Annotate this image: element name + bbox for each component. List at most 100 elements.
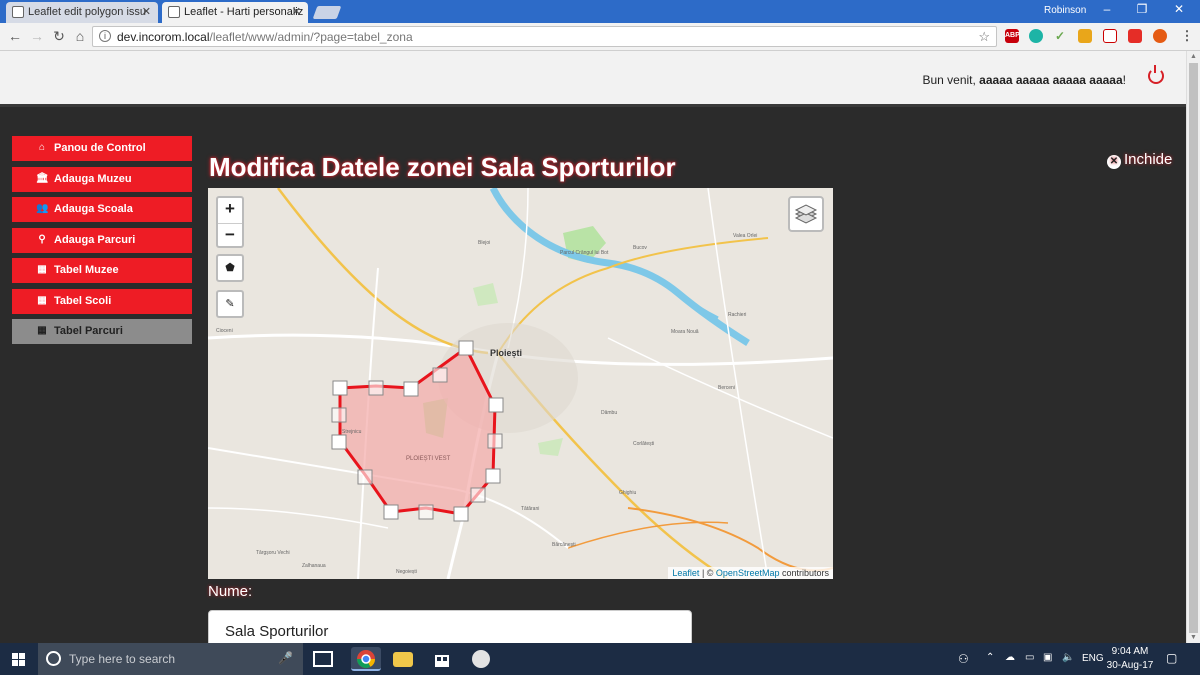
midpoint-handle bbox=[470, 487, 486, 503]
close-button[interactable]: ✕ Inchide bbox=[1107, 151, 1172, 169]
orange-road bbox=[627, 507, 833, 572]
itunes-icon[interactable] bbox=[472, 650, 490, 668]
river bbox=[489, 188, 750, 346]
taskbar-search[interactable]: Type here to search 🎤 bbox=[38, 643, 303, 675]
sidebar-item-tabel-parcuri[interactable]: ▦ Tabel Parcuri bbox=[12, 319, 192, 344]
sidebar-item-label: Tabel Muzee bbox=[54, 264, 119, 276]
major-road bbox=[277, 188, 489, 355]
map-label-park: Parcul Crângul lui Bot bbox=[560, 250, 609, 256]
edit-icon[interactable]: ✎ bbox=[218, 292, 242, 316]
close-label: Inchide bbox=[1124, 151, 1173, 168]
scrollbar-thumb[interactable] bbox=[1189, 63, 1198, 633]
welcome-message: Bun venit, aaaaa aaaaa aaaaa aaaaa! bbox=[922, 73, 1126, 87]
new-tab-button[interactable] bbox=[312, 6, 342, 19]
users-icon: 👥 bbox=[36, 203, 49, 214]
chrome-taskbar-icon[interactable] bbox=[351, 647, 381, 671]
tab-close-icon[interactable]: ✕ bbox=[142, 5, 151, 18]
leaflet-map[interactable]: Ploiești PLOIEȘTI VEST Parcul Crângul lu… bbox=[208, 188, 833, 579]
tab-title: Leaflet edit polygon issu bbox=[28, 6, 147, 18]
onedrive-icon[interactable]: ☁ bbox=[1005, 652, 1015, 663]
reload-icon[interactable]: ↻ bbox=[50, 28, 68, 45]
extension-icon[interactable] bbox=[1103, 29, 1117, 43]
forward-icon[interactable]: → bbox=[28, 28, 46, 44]
name-field-label: Nume: bbox=[208, 583, 253, 600]
browser-tab[interactable]: Leaflet edit polygon issu ✕ bbox=[6, 2, 158, 23]
check-extension-icon[interactable]: ✓ bbox=[1053, 29, 1067, 43]
page-scrollbar[interactable]: ▲ ▼ bbox=[1186, 51, 1200, 643]
extension-icon[interactable] bbox=[1153, 29, 1167, 43]
map-label-town: Cioceni bbox=[216, 328, 233, 334]
windows-start-button[interactable] bbox=[0, 643, 38, 675]
maximize-icon[interactable]: ❐ bbox=[1132, 2, 1152, 16]
leaflet-link[interactable]: Leaflet bbox=[672, 568, 699, 578]
sidebar-item-label: Adauga Parcuri bbox=[54, 233, 136, 246]
tray-expand-icon[interactable]: ⌃ bbox=[986, 652, 994, 663]
scroll-down-icon[interactable]: ▼ bbox=[1190, 634, 1197, 641]
layers-control[interactable] bbox=[788, 196, 824, 232]
bookmark-star-icon[interactable]: ☆ bbox=[978, 29, 990, 45]
store-icon[interactable] bbox=[432, 649, 452, 669]
welcome-suffix: ! bbox=[1122, 73, 1126, 87]
sidebar-item-tabel-scoli[interactable]: ▦ Tabel Scoli bbox=[12, 288, 192, 314]
vertex-handle bbox=[488, 397, 504, 413]
map-label-town: Blejoi bbox=[478, 240, 491, 246]
home-icon: ⌂ bbox=[38, 142, 46, 153]
language-indicator[interactable]: ENG bbox=[1082, 653, 1104, 664]
store-bag-icon bbox=[435, 655, 449, 667]
youtube-extension-icon[interactable] bbox=[1128, 29, 1142, 43]
browser-toolbar: ← → ↻ ⌂ i dev.incorom.local/leaflet/www/… bbox=[0, 23, 1200, 51]
osm-link[interactable]: OpenStreetMap bbox=[716, 568, 780, 578]
minimize-icon[interactable]: – bbox=[1097, 2, 1117, 16]
map-label-town: Corlătești bbox=[633, 441, 655, 447]
extension-icon[interactable] bbox=[1078, 29, 1092, 43]
microphone-icon[interactable]: 🎤 bbox=[278, 651, 293, 665]
clock-time[interactable]: 9:04 AM bbox=[1108, 646, 1152, 657]
action-center-icon[interactable]: ▢ bbox=[1166, 651, 1177, 665]
file-explorer-icon[interactable] bbox=[393, 652, 413, 667]
layers-icon bbox=[794, 204, 818, 224]
chrome-menu-icon[interactable]: ⋮ bbox=[1180, 29, 1194, 43]
map-label-town: Bucov bbox=[633, 245, 647, 251]
sidebar-item-adauga-parcuri[interactable]: ⚲ Adauga Parcuri bbox=[12, 227, 192, 253]
close-circle-icon: ✕ bbox=[1107, 155, 1121, 169]
back-icon[interactable]: ← bbox=[6, 28, 24, 44]
extension-icon[interactable] bbox=[1029, 29, 1043, 43]
draw-polygon-icon[interactable]: ⬟ bbox=[218, 256, 242, 280]
river bbox=[677, 291, 719, 320]
clock-date[interactable]: 30-Aug-17 bbox=[1106, 660, 1154, 671]
vertex-handle bbox=[453, 506, 469, 522]
page-title: Modifica Datele zonei Sala Sporturilor bbox=[209, 152, 676, 182]
map-label-town: Tătărani bbox=[521, 506, 540, 512]
profile-name[interactable]: Robinson bbox=[1044, 5, 1086, 16]
logout-power-icon[interactable] bbox=[1148, 65, 1164, 84]
welcome-prefix: Bun venit, bbox=[922, 73, 980, 87]
scroll-up-icon[interactable]: ▲ bbox=[1190, 53, 1197, 60]
home-icon[interactable]: ⌂ bbox=[71, 28, 89, 44]
site-info-icon[interactable]: i bbox=[99, 30, 111, 42]
zoom-in-button[interactable]: + bbox=[218, 198, 242, 222]
battery-icon[interactable]: ▭ bbox=[1025, 652, 1034, 663]
tab-favicon-icon bbox=[12, 6, 24, 18]
map-label-town: Strejnicu bbox=[342, 429, 362, 435]
name-input[interactable]: Sala Sporturilor bbox=[208, 610, 692, 646]
sidebar-item-adauga-scoala[interactable]: 👥 Adauga Scoala bbox=[12, 197, 192, 222]
zoom-out-button[interactable]: − bbox=[218, 223, 242, 247]
chrome-icon bbox=[357, 650, 375, 669]
address-bar[interactable]: i dev.incorom.local/leaflet/www/admin/?p… bbox=[92, 26, 997, 47]
window-close-icon[interactable]: ✕ bbox=[1169, 2, 1189, 16]
adblock-extension-icon[interactable]: ABP bbox=[1005, 29, 1020, 43]
people-icon[interactable]: ⚇ bbox=[958, 652, 969, 666]
sidebar-item-tabel-muzee[interactable]: ▦ Tabel Muzee bbox=[12, 258, 192, 283]
park-area bbox=[538, 438, 563, 456]
browser-tab-active[interactable]: Leaflet - Harti personaliz ✕ bbox=[162, 2, 308, 23]
table-icon: ▦ bbox=[37, 325, 47, 336]
task-view-icon[interactable] bbox=[313, 651, 333, 667]
volume-icon[interactable]: 🔈 bbox=[1062, 652, 1074, 663]
map-label-town: Berceni bbox=[718, 385, 735, 391]
tab-close-icon[interactable]: ✕ bbox=[292, 5, 301, 18]
network-icon[interactable]: ▣ bbox=[1043, 652, 1052, 663]
midpoint-handle bbox=[487, 433, 503, 449]
sidebar-item-adauga-muzeu[interactable]: 🏛 Adauga Muzeu bbox=[12, 166, 192, 192]
sidebar-item-panou-de-control[interactable]: ⌂ Panou de Control bbox=[12, 136, 192, 161]
tab-title: Leaflet - Harti personaliz bbox=[184, 6, 304, 18]
